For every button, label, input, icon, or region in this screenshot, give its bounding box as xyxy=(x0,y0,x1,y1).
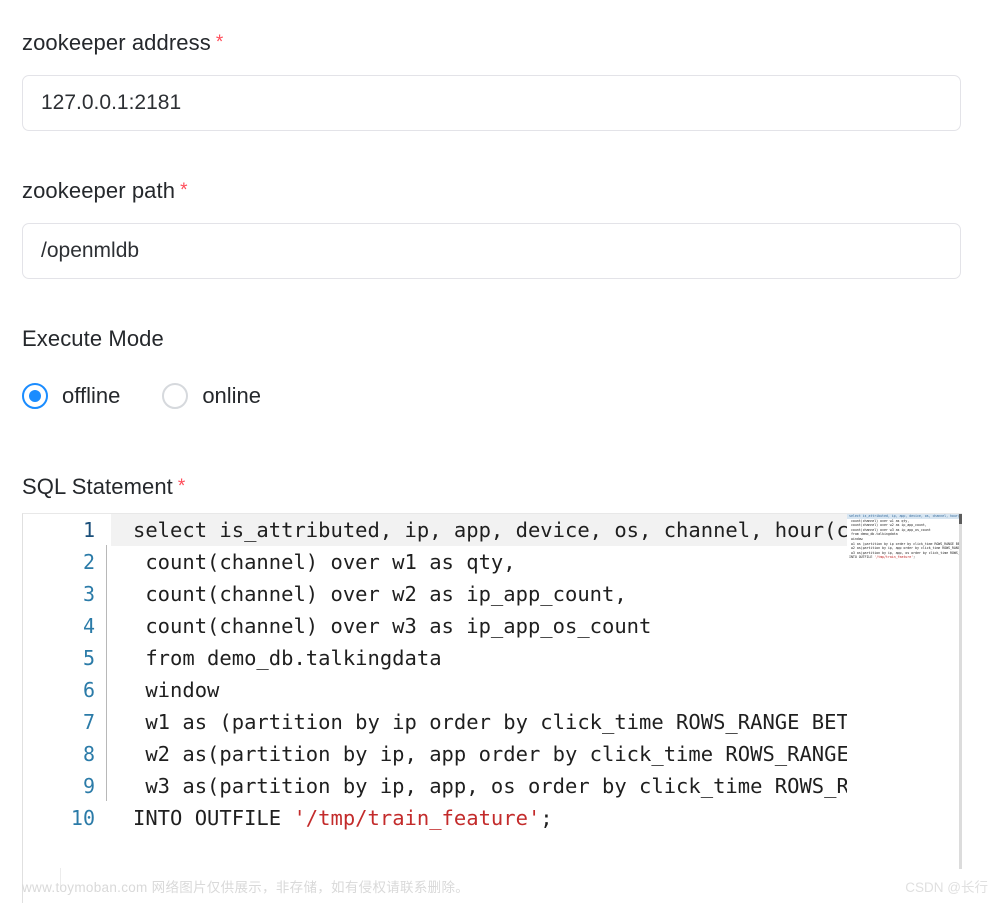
zookeeper-address-label-text: zookeeper address xyxy=(22,30,211,55)
minimap-string-literal: '/tmp/train_feature' xyxy=(874,555,914,560)
editor-line-number: 5 xyxy=(82,646,95,670)
zookeeper-address-input[interactable] xyxy=(22,75,961,131)
required-asterisk-icon: * xyxy=(215,32,224,53)
editor-vertical-scrollbar-thumb[interactable] xyxy=(959,514,962,524)
editor-code-line[interactable]: from demo_db.talkingdata xyxy=(111,642,962,674)
editor-line-number-gutter: 1 2 3 4 5 6 7 8 9 10 xyxy=(23,514,111,903)
radio-unselected-icon[interactable] xyxy=(162,383,189,409)
editor-code-line[interactable]: w1 as (partition by ip order by click_ti… xyxy=(111,706,962,738)
editor-line-number: 10 xyxy=(70,806,95,830)
editor-code-line[interactable]: count(channel) over w2 as ip_app_count, xyxy=(111,578,962,610)
zookeeper-address-label: zookeeper address * xyxy=(22,30,223,56)
radio-option-online[interactable]: online xyxy=(162,383,261,409)
editor-line-number: 6 xyxy=(82,678,95,702)
editor-code-line[interactable]: count(channel) over w1 as qty, xyxy=(111,546,962,578)
execute-mode-label-text: Execute Mode xyxy=(22,326,164,351)
editor-code-line[interactable]: select is_attributed, ip, app, device, o… xyxy=(111,514,962,546)
editor-code-area[interactable]: select is_attributed, ip, app, device, o… xyxy=(111,514,962,903)
editor-code-line[interactable]: window xyxy=(111,674,962,706)
execute-mode-radio-group: offline online xyxy=(22,383,303,409)
editor-line-number: 7 xyxy=(82,710,95,734)
site-watermark-text: www.toymoban.com 网络图片仅供展示，非存储，如有侵权请联系删除。 xyxy=(22,880,470,895)
openmldb-sql-form-page: zookeeper address* zookeeper path* Execu… xyxy=(0,0,1000,903)
radio-option-offline[interactable]: offline xyxy=(22,383,120,409)
minimap-line: INTO OUTFILE '/tmp/train_feature'; xyxy=(849,555,916,560)
editor-code-line[interactable]: count(channel) over w3 as ip_app_os_coun… xyxy=(111,610,962,642)
required-asterisk-icon: * xyxy=(177,476,186,497)
editor-indent-guide xyxy=(106,545,107,801)
radio-selected-icon[interactable] xyxy=(22,383,48,409)
radio-option-online-label: online xyxy=(202,383,262,408)
required-asterisk-icon: * xyxy=(180,180,188,201)
zookeeper-path-label-text: zookeeper path xyxy=(22,178,176,203)
editor-line-number: 4 xyxy=(82,614,95,638)
sql-statement-label-text: SQL Statement xyxy=(22,474,173,499)
execute-mode-label: Execute Mode xyxy=(22,326,164,352)
editor-code-line[interactable]: w3 as(partition by ip, app, os order by … xyxy=(111,770,962,802)
editor-line-number: 9 xyxy=(82,774,95,798)
minimap-line: select is_attributed, ip, app, device, o… xyxy=(847,514,959,519)
editor-code-line[interactable]: INTO OUTFILE '/tmp/train_feature'; xyxy=(111,802,962,834)
zookeeper-path-input[interactable] xyxy=(22,223,961,279)
editor-line-number: 2 xyxy=(82,550,95,574)
editor-minimap[interactable]: select is_attributed, ip, app, device, o… xyxy=(847,514,959,903)
sql-statement-label: SQL Statement * xyxy=(22,474,185,500)
editor-line-number: 3 xyxy=(82,582,95,606)
editor-vertical-scrollbar-track[interactable] xyxy=(959,514,962,869)
sql-code-editor[interactable]: 1 2 3 4 5 6 7 8 9 10 select is_attributed, ip, ap… xyxy=(22,513,962,903)
radio-option-offline-label: offline xyxy=(62,383,121,408)
editor-code-line[interactable]: w2 as(partition by ip, app order by clic… xyxy=(111,738,962,770)
editor-line-number: 1 xyxy=(82,518,95,542)
csdn-watermark-text: CSDN @长行 xyxy=(905,880,988,895)
editor-line-number: 8 xyxy=(82,742,95,766)
zookeeper-path-label: zookeeper path * xyxy=(22,178,188,204)
editor-string-literal: '/tmp/train_feature' xyxy=(293,806,541,830)
